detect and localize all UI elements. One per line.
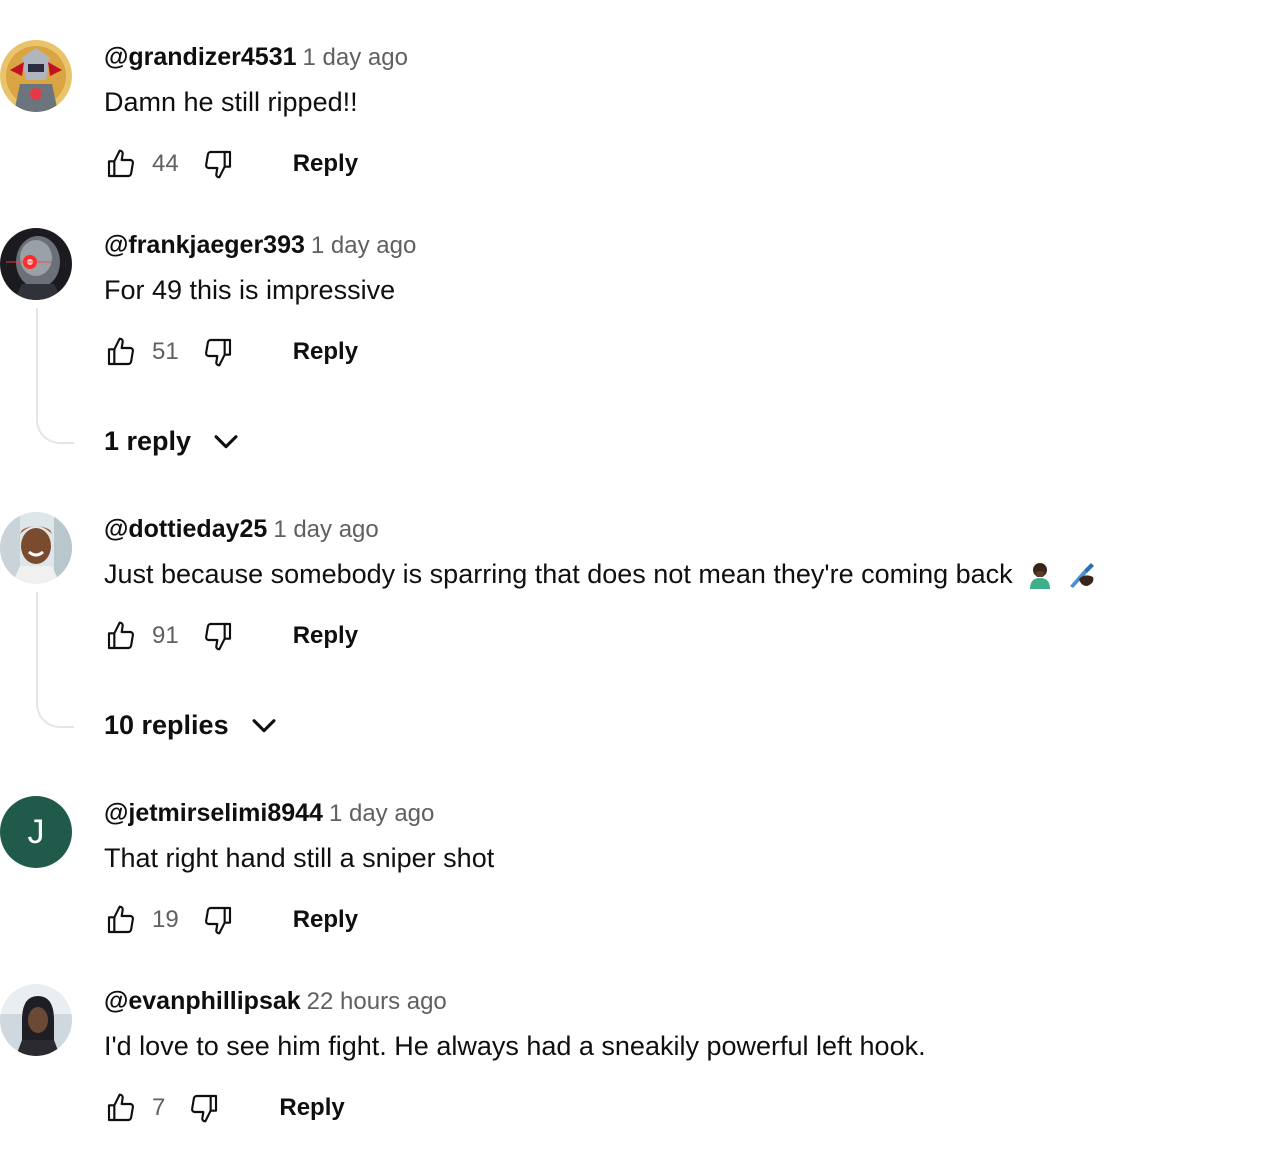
avatar-initial: J xyxy=(27,812,45,851)
replies-count-label: 1 reply xyxy=(104,425,192,456)
like-count: 7 xyxy=(152,1094,166,1121)
avatar[interactable] xyxy=(0,984,72,1056)
thumbs-down-icon[interactable] xyxy=(201,903,235,937)
like-count: 91 xyxy=(152,622,179,649)
comment-time[interactable]: 22 hours ago xyxy=(307,988,447,1015)
comment-time[interactable]: 1 day ago xyxy=(303,44,408,71)
reply-button[interactable]: Reply xyxy=(293,338,358,366)
like-count: 19 xyxy=(152,906,179,933)
comment-author[interactable]: @dottieday25 xyxy=(104,515,267,543)
avatar[interactable] xyxy=(0,512,72,584)
thread-line xyxy=(36,308,74,444)
person-facepalm-emoji-icon xyxy=(1029,563,1050,589)
avatar[interactable] xyxy=(0,40,72,112)
chevron-down-icon xyxy=(214,435,238,449)
reply-button[interactable]: Reply xyxy=(293,150,358,178)
like-count: 44 xyxy=(152,150,179,177)
comment-text: For 49 this is impressive xyxy=(104,275,396,305)
thumbs-up-icon[interactable] xyxy=(104,147,138,181)
comment-text: That right hand still a sniper shot xyxy=(104,843,495,873)
thumbs-down-icon[interactable] xyxy=(201,335,235,369)
thumbs-up-icon[interactable] xyxy=(104,903,138,937)
reply-button[interactable]: Reply xyxy=(293,622,358,650)
comment-author[interactable]: @jetmirselimi8944 xyxy=(104,799,323,827)
like-count: 51 xyxy=(152,338,179,365)
comment-author[interactable]: @evanphillipsak xyxy=(104,987,301,1015)
comment-actions: 44 Reply xyxy=(104,144,358,184)
thumbs-up-icon[interactable] xyxy=(104,335,138,369)
comment-actions: 7 Reply xyxy=(104,1088,345,1128)
reply-button[interactable]: Reply xyxy=(279,1094,344,1122)
writing-hand-emoji-icon xyxy=(1069,563,1094,588)
comment-time[interactable]: 1 day ago xyxy=(329,800,434,827)
comment-author[interactable]: @grandizer4531 xyxy=(104,43,297,71)
chevron-down-icon xyxy=(252,719,276,733)
avatar[interactable] xyxy=(0,228,72,300)
comment-actions: 51 Reply xyxy=(104,332,358,372)
comment-text-content: Just because somebody is sparring that d… xyxy=(104,559,1013,589)
thumbs-down-icon[interactable] xyxy=(201,147,235,181)
reply-button[interactable]: Reply xyxy=(293,906,358,934)
view-replies-button[interactable]: 10 replies xyxy=(104,708,281,742)
comment-actions: 19 Reply xyxy=(104,900,358,940)
comment-text: Damn he still ripped!! xyxy=(104,87,358,117)
view-replies-button[interactable]: 1 reply xyxy=(104,424,243,458)
comment-time[interactable]: 1 day ago xyxy=(273,516,378,543)
comment-text: I'd love to see him fight. He always had… xyxy=(104,1031,926,1061)
avatar[interactable]: J xyxy=(0,796,72,868)
thumbs-up-icon[interactable] xyxy=(104,1091,138,1125)
comment-actions: 91 Reply xyxy=(104,616,358,656)
replies-count-label: 10 replies xyxy=(104,709,229,740)
thumbs-down-icon[interactable] xyxy=(201,619,235,653)
comment-text: Just because somebody is sparring that d… xyxy=(104,556,1097,592)
thread-line xyxy=(36,592,74,728)
thumbs-down-icon[interactable] xyxy=(187,1091,221,1125)
comment-author[interactable]: @frankjaeger393 xyxy=(104,231,305,259)
comment-time[interactable]: 1 day ago xyxy=(311,232,416,259)
thumbs-up-icon[interactable] xyxy=(104,619,138,653)
